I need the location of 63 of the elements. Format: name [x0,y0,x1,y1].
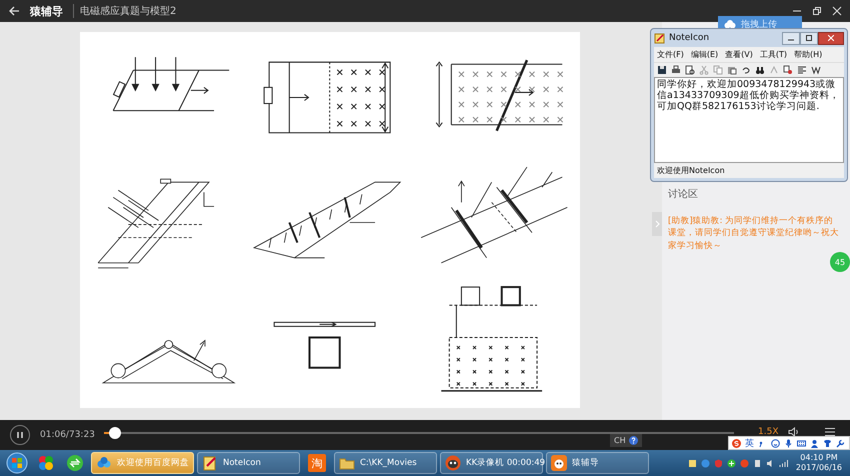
minimize-button[interactable] [782,32,800,44]
replace-icon[interactable] [783,65,793,75]
speed-button[interactable]: 1.5X [758,427,778,437]
taskbar-button[interactable]: KK录像机 00:00:49 [440,452,543,474]
keyboard-icon[interactable] [797,438,806,448]
colorful-balls-icon[interactable] [37,454,55,472]
refresh-circle-icon[interactable] [66,454,84,472]
sogou-logo-icon[interactable] [732,438,741,448]
lesson-title: 电磁感应真题与模型2 [73,4,176,18]
restore-icon[interactable] [812,6,822,16]
preview-icon[interactable] [685,65,695,75]
close-icon[interactable] [832,6,842,16]
smiley-icon[interactable] [771,438,780,448]
cloud-icon [724,20,736,28]
taskbar-button[interactable]: 猿辅导 [546,452,649,474]
binoculars-icon[interactable] [755,65,765,75]
menu-item[interactable]: 工具(T) [760,49,787,60]
print-icon[interactable] [671,65,681,75]
discussion-heading: 讨论区 [668,188,699,201]
collapse-handle[interactable] [652,212,662,236]
taskbar-button[interactable]: C:\KK_Movies [334,452,437,474]
upload-label: 拖拽上传 [741,18,777,30]
maximize-button[interactable] [800,32,818,44]
menu-item[interactable]: 帮助(H) [794,49,822,60]
wrench-icon[interactable] [836,438,845,448]
maximize-icon [806,35,812,41]
window-title: NoteIcon [669,33,710,43]
word-wrap-icon[interactable] [811,65,821,75]
menu-item[interactable]: 文件(F) [657,49,684,60]
close-button[interactable] [818,32,844,44]
note-text-area[interactable]: 同学你好，欢迎加0093478129943或微信a13433709309超低价购买学神资料，可加QQ群582176153讨论学习问题. [654,77,844,163]
pause-icon [16,431,24,439]
raccoon-icon [445,455,461,471]
chevron-icon [654,220,660,228]
slider-thumb[interactable] [109,427,122,439]
playback-time: 01:06/73:23 [40,430,94,440]
app-name: 猿辅导 [30,4,63,18]
format-icon[interactable] [797,65,807,75]
chat-message: [助教]猿助教: 为同学们维持一个有秩序的课堂，请同学们自觉遵守课堂纪律哟～祝大家学习愉快～ [668,215,840,252]
status-bar: 欢迎使用NoteIcon [654,163,844,178]
clock-date: 2017/06/16 [796,463,842,473]
network-tray-icon[interactable] [778,458,788,468]
undo-icon[interactable] [741,65,751,75]
save-icon[interactable] [657,65,667,75]
close-icon [828,35,834,41]
menu-item[interactable]: 编辑(E) [690,49,718,60]
person-icon[interactable] [810,438,819,448]
plus-tray-icon[interactable] [726,458,736,468]
shirt-icon[interactable] [823,438,832,448]
taskbar-button[interactable]: NoteIcon [197,452,300,474]
help-icon[interactable] [628,436,638,445]
notepad-icon [654,32,665,44]
pause-button[interactable] [10,425,30,445]
menu-icon[interactable] [824,427,836,437]
paste-icon[interactable] [727,65,737,75]
start-button[interactable] [6,452,28,474]
microphone-icon[interactable] [784,438,793,448]
volume-icon[interactable] [788,427,800,437]
menu-item[interactable]: 查看(V) [725,49,753,60]
back-arrow-icon[interactable] [8,6,20,16]
clock-time: 04:10 PM [799,453,839,463]
notepad-icon [202,455,218,471]
ime-mode[interactable]: 英 [745,436,754,450]
